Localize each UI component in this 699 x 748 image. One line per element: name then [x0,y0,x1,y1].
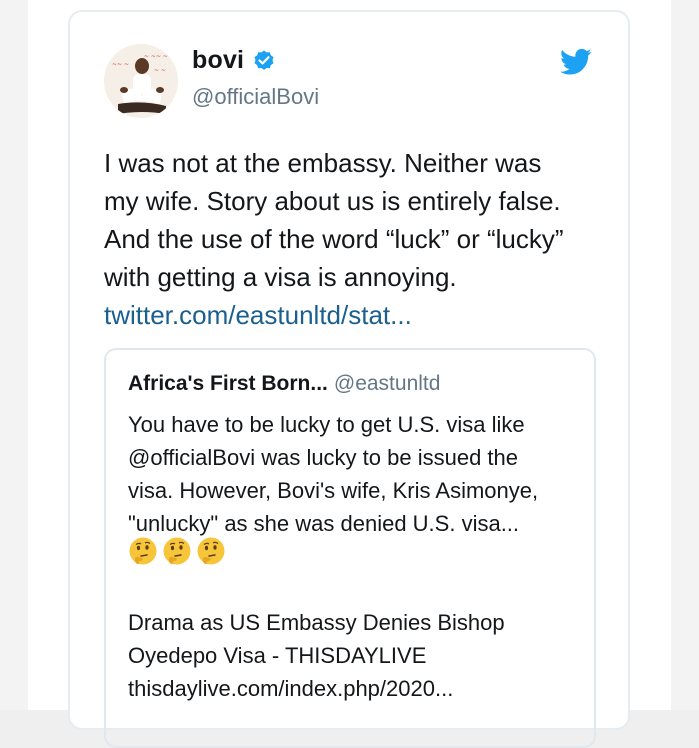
link-card-url[interactable]: thisdaylive.com/index.php/2020... [128,672,578,705]
tweet-link[interactable]: twitter.com/eastunltd/stat... [104,300,412,330]
author-name[interactable]: bovi [192,46,244,75]
screen: ~ ~~ ~ ~~ ~ ~ ~ bovi @officialBovi I was… [0,0,699,748]
avatar-photo: ~ ~~ ~ ~~ ~ ~ ~ [104,44,178,118]
quoted-author-name[interactable]: Africa's First Born... [128,372,328,395]
tweet-text-line: And the use of the word “luck” or “lucky… [104,224,564,254]
quoted-tweet-body: You have to be lucky to get U.S. visa li… [128,408,578,540]
tweet-text-line: I was not at the embassy. Neither was [104,148,542,178]
quoted-text-line: You have to be lucky to get U.S. visa li… [128,412,525,437]
tweet-text-line: my wife. Story about us is entirely fals… [104,186,561,216]
author-handle[interactable]: @officialBovi [192,84,319,110]
verified-badge-icon [254,50,274,70]
quoted-tweet[interactable]: Africa's First Born... @eastunltd You hav… [104,348,596,748]
link-card-title-line: Drama as US Embassy Denies Bishop [128,610,505,635]
tweet-body: I was not at the embassy. Neither was my… [104,144,604,334]
embedded-tweet-card[interactable]: ~ ~~ ~ ~~ ~ ~ ~ bovi @officialBovi I was… [68,10,630,748]
twitter-bird-icon[interactable] [560,48,592,76]
quoted-text-line: visa. However, Bovi's wife, Kris Asimony… [128,478,539,503]
svg-text:~ ~: ~ ~ [154,67,166,74]
link-card[interactable]: Drama as US Embassy Denies Bishop Oyedep… [128,606,578,705]
page-margin-left [0,0,28,710]
link-card-title-line: Oyedepo Visa - THISDAYLIVE [128,643,427,668]
thinking-face-icon [197,537,225,565]
svg-text:~ ~~ ~: ~ ~~ ~ [144,53,168,60]
thinking-face-icon [129,537,157,565]
tweet-text-line: with getting a visa is annoying. [104,262,457,292]
thinking-face-icon [163,537,191,565]
quoted-author-handle[interactable]: @eastunltd [334,372,441,395]
quoted-text-line: @officialBovi was lucky to be issued the [128,445,519,470]
emoji-row [128,536,226,566]
avatar[interactable]: ~ ~~ ~ ~~ ~ ~ ~ [104,44,178,118]
page-margin-right [671,0,699,710]
svg-text:~~ ~: ~~ ~ [112,61,129,68]
